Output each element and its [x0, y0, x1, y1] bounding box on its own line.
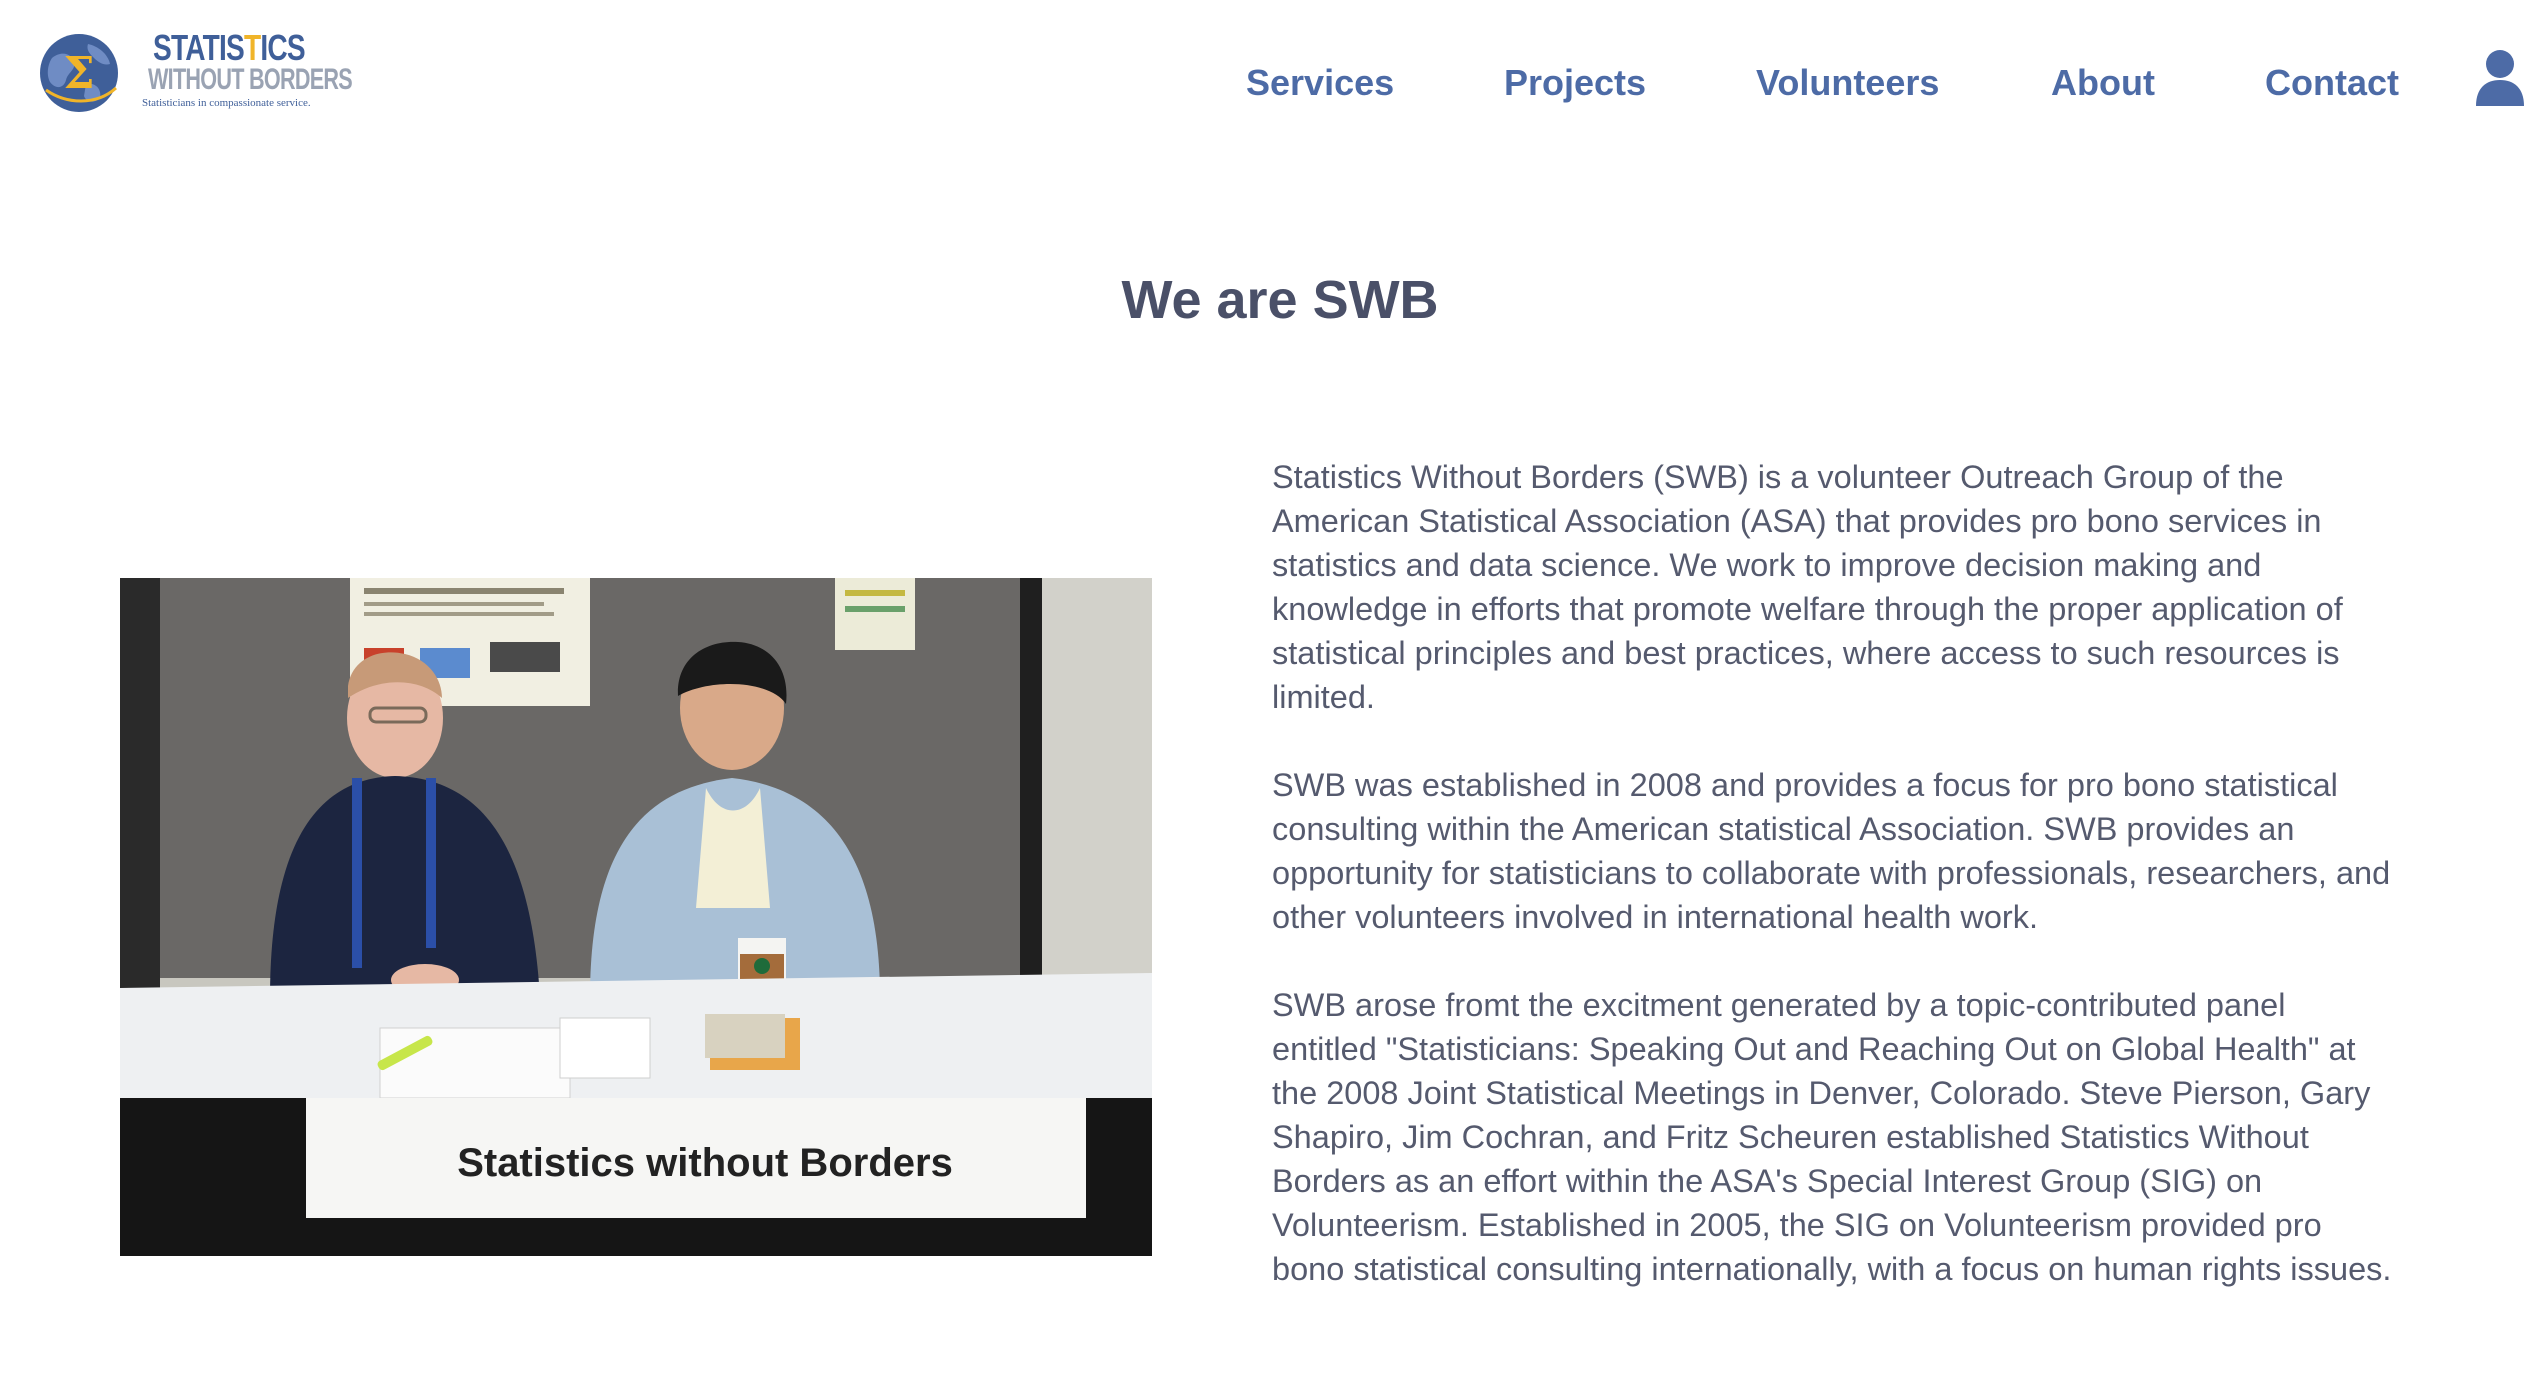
nav-volunteers-link[interactable]: Volunteers — [1756, 58, 1939, 108]
about-paragraph-3: SWB arose fromt the excitment generated … — [1272, 987, 2392, 1287]
page-title: We are SWB — [1121, 270, 1439, 330]
about-paragraph-1: Statistics Without Borders (SWB) is a vo… — [1272, 459, 2343, 715]
user-icon[interactable] — [2474, 48, 2526, 108]
about-paragraph-2: SWB was established in 2008 and provides… — [1272, 767, 2391, 935]
nav-about-link[interactable]: About — [2051, 58, 2155, 108]
nav-services-link[interactable]: Services — [1246, 58, 1394, 108]
about-text: Statistics Without Borders (SWB) is a vo… — [1272, 455, 2392, 1335]
team-photo: Statistics without Borders — [120, 578, 1152, 1256]
main-nav: Services Projects Volunteers About Conta… — [0, 58, 2530, 108]
banner-text: Statistics without Borders — [457, 1141, 953, 1185]
team-photo-illustration: Statistics without Borders — [120, 578, 1152, 1256]
nav-projects-link[interactable]: Projects — [1504, 58, 1646, 108]
site-header: Σ STATISTICS WITHOUT BORDERS Statisticia… — [0, 0, 2530, 150]
nav-contact-link[interactable]: Contact — [2265, 58, 2399, 108]
